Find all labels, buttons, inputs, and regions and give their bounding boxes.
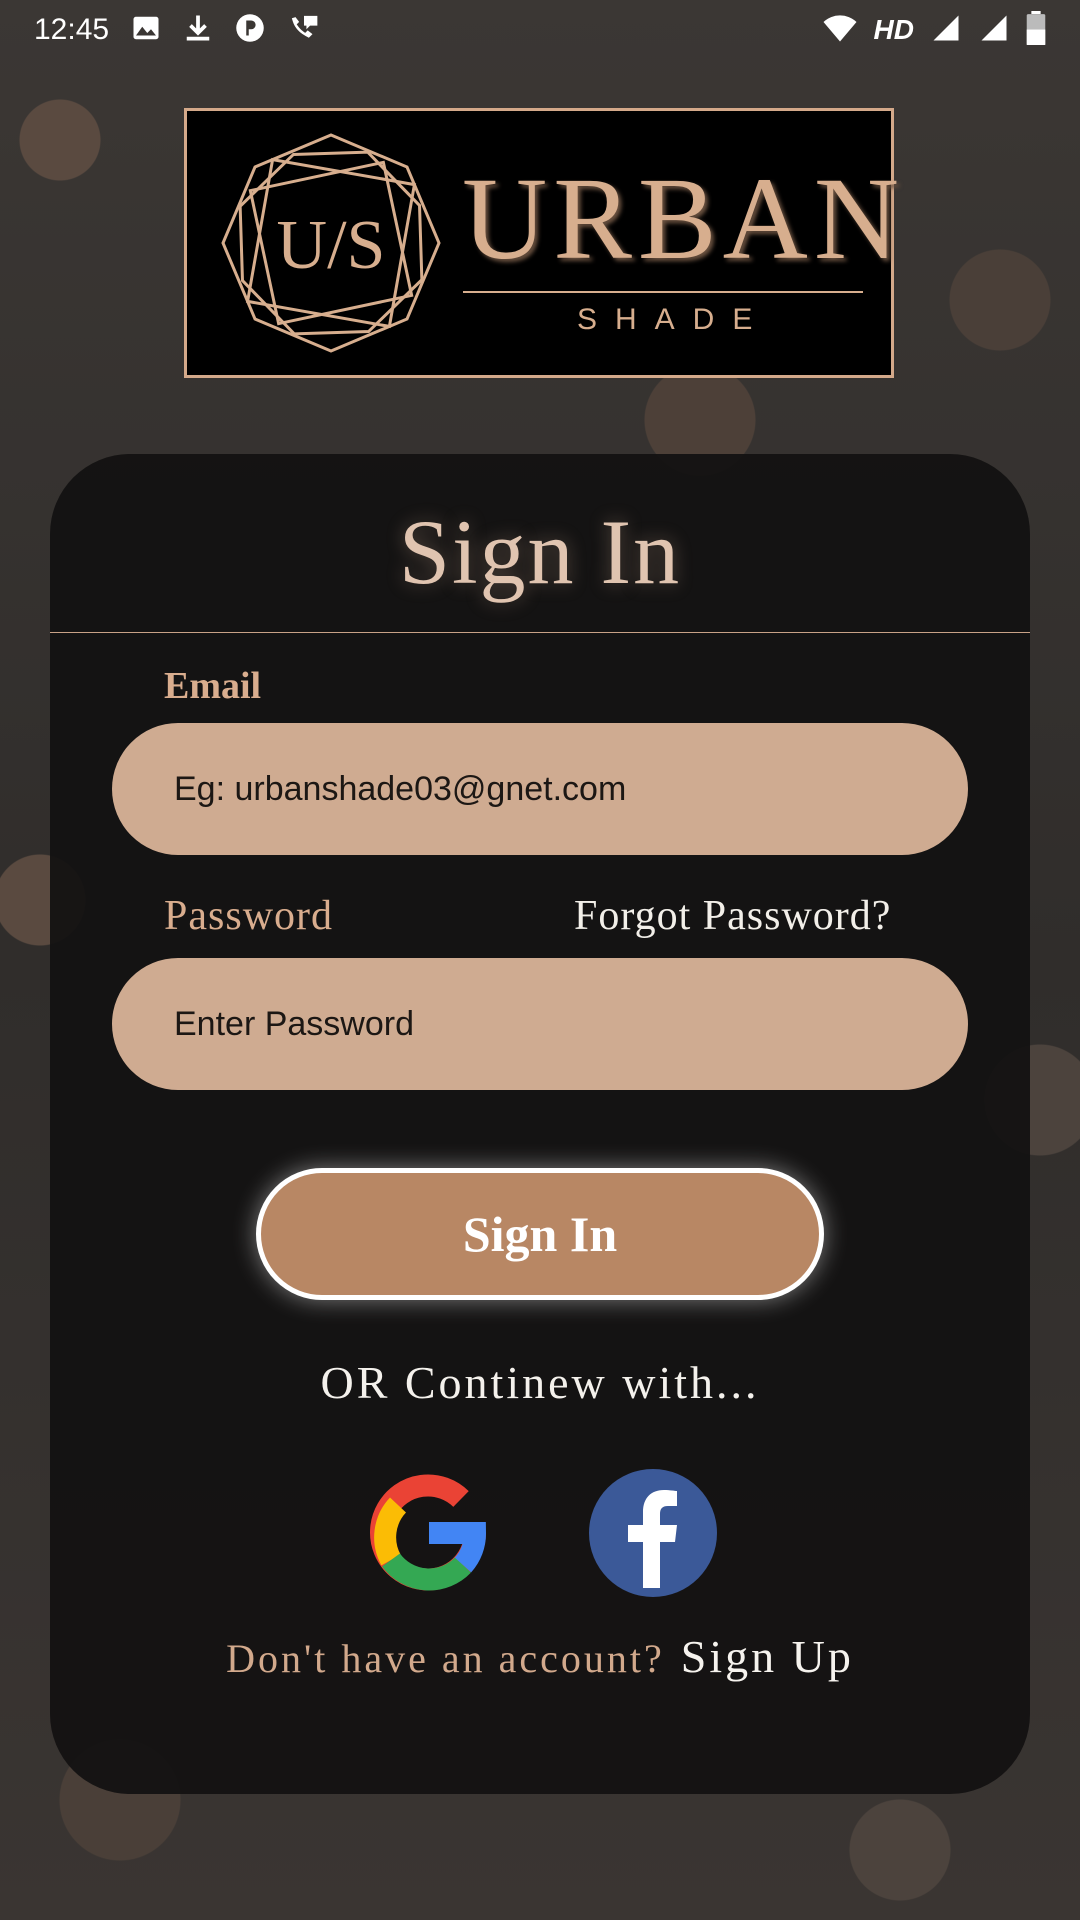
image-icon (131, 13, 161, 48)
forgot-password-link[interactable]: Forgot Password? (574, 892, 891, 940)
logo-divider (463, 291, 863, 293)
logo-monogram: U/S (277, 207, 386, 284)
signup-row: Don't have an account? Sign Up (50, 1630, 1030, 1683)
signin-button[interactable]: Sign In (256, 1168, 824, 1300)
logo-emblem: U/S (221, 133, 441, 353)
download-icon (183, 13, 213, 48)
google-icon[interactable] (363, 1468, 493, 1598)
title-divider (50, 632, 1030, 633)
parking-icon (235, 13, 265, 48)
battery-icon (1026, 10, 1046, 50)
signal-icon (930, 13, 962, 48)
password-field[interactable]: Enter Password (112, 958, 968, 1090)
no-account-text: Don't have an account? (226, 1636, 665, 1681)
email-field[interactable]: Eg: urbanshade03@gnet.com (112, 723, 968, 855)
email-label: Email (164, 665, 262, 707)
network-type-label: HD (873, 14, 914, 45)
wifi-icon (822, 13, 858, 48)
logo-sub-text: SHADE (577, 303, 771, 336)
facebook-icon[interactable] (588, 1468, 718, 1598)
status-time: 12:45 (34, 13, 110, 46)
or-continue-text: OR Continew with... (320, 1357, 760, 1408)
signin-card: Sign In Email Eg: urbanshade03@gnet.com … (50, 454, 1030, 1794)
password-label: Password (164, 893, 334, 939)
phone-chat-icon (287, 13, 321, 48)
status-bar: 12:45 HD (0, 0, 1080, 60)
brand-logo: U/S URBAN SHADE (184, 108, 899, 378)
page-title: Sign In (398, 501, 682, 603)
logo-brand-text: URBAN (462, 153, 906, 284)
signal-icon (978, 13, 1010, 48)
signup-link[interactable]: Sign Up (681, 1631, 854, 1682)
